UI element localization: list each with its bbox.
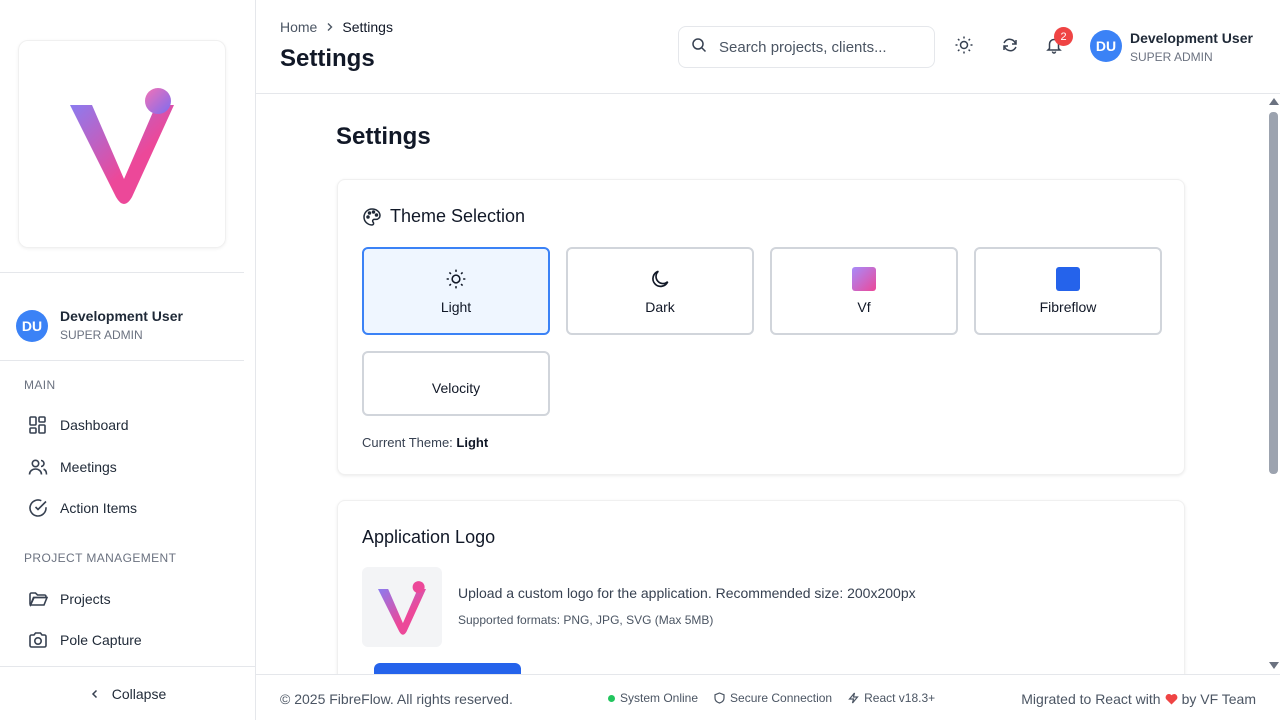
- current-theme: Current Theme: Light: [362, 435, 489, 450]
- main-content: Settings Theme Selection Light Dark Vf F…: [256, 94, 1266, 674]
- scroll-down-arrow-icon[interactable]: [1269, 662, 1279, 669]
- status-bar: System Online Secure Connection React v1…: [608, 691, 951, 705]
- collapse-button[interactable]: Collapse: [0, 666, 256, 720]
- footer: © 2025 FibreFlow. All rights reserved. S…: [256, 674, 1280, 720]
- theme-toggle-button[interactable]: [953, 36, 975, 58]
- blue-swatch-icon: [1056, 267, 1080, 291]
- sidebar-item-pole-capture[interactable]: Pole Capture: [28, 629, 142, 651]
- zap-icon: [848, 692, 859, 704]
- sidebar-item-label: Pole Capture: [60, 632, 142, 648]
- application-logo-card: Application Logo Upload a custom logo fo…: [337, 500, 1185, 674]
- theme-option-label: Velocity: [431, 379, 481, 396]
- logo-preview: [362, 567, 442, 647]
- card-title: Application Logo: [362, 527, 496, 547]
- avatar: DU: [1090, 30, 1122, 62]
- user-role: SUPER ADMIN: [60, 328, 143, 342]
- sidebar-user[interactable]: DU Development User SUPER ADMIN: [16, 308, 183, 343]
- users-icon: [28, 457, 48, 477]
- divider: [0, 272, 244, 273]
- section-title-project-management: PROJECT MANAGEMENT: [24, 551, 177, 565]
- folder-icon: [28, 589, 48, 609]
- palette-icon: [362, 207, 382, 227]
- gradient-swatch-icon: [852, 267, 876, 291]
- status-secure: Secure Connection: [714, 691, 832, 705]
- theme-option-label: Dark: [645, 299, 675, 315]
- settings-heading: Settings: [336, 123, 431, 150]
- copyright: © 2025 FibreFlow. All rights reserved.: [280, 691, 513, 707]
- theme-option-light[interactable]: Light: [362, 247, 550, 335]
- search-icon: [691, 37, 707, 58]
- check-circle-icon: [28, 498, 48, 518]
- sidebar-item-label: Dashboard: [60, 417, 129, 433]
- theme-option-label: Fibreflow: [1039, 299, 1097, 315]
- theme-option-vf[interactable]: Vf: [770, 247, 958, 335]
- sidebar-item-label: Action Items: [60, 500, 138, 516]
- theme-option-label: Light: [440, 299, 472, 315]
- sidebar-item-action-items[interactable]: Action Items: [28, 497, 137, 519]
- dashboard-icon: [28, 415, 48, 435]
- chevron-right-icon: [325, 22, 334, 32]
- online-dot-icon: [608, 694, 615, 702]
- page-title: Settings: [280, 45, 375, 72]
- theme-option-label: Vf: [857, 299, 871, 315]
- sidebar-item-dashboard[interactable]: Dashboard: [28, 414, 129, 436]
- sidebar-item-projects[interactable]: Projects: [28, 588, 111, 610]
- shield-icon: [714, 692, 725, 704]
- breadcrumb: Home Settings: [280, 19, 393, 35]
- user-name: Development User: [60, 308, 183, 324]
- theme-selection-card: Theme Selection Light Dark Vf Fibreflow: [337, 179, 1185, 475]
- theme-option-dark[interactable]: Dark: [566, 247, 754, 335]
- status-react: React v18.3+: [848, 691, 935, 705]
- logo-description: Upload a custom logo for the application…: [458, 585, 916, 601]
- refresh-icon: [1001, 36, 1019, 59]
- current-theme-value: Light: [456, 435, 489, 450]
- sidebar: DU Development User SUPER ADMIN MAIN Das…: [0, 0, 256, 720]
- sidebar-item-label: Projects: [60, 591, 111, 607]
- theme-option-velocity[interactable]: Velocity: [362, 351, 550, 416]
- heart-icon: [1165, 693, 1178, 705]
- logo-formats: Supported formats: PNG, JPG, SVG (Max 5M…: [458, 613, 714, 627]
- moon-icon: [649, 267, 671, 291]
- card-title: Theme Selection: [362, 206, 525, 227]
- refresh-button[interactable]: [999, 36, 1021, 58]
- chevron-left-icon: [90, 689, 100, 699]
- app-logo[interactable]: [18, 40, 226, 248]
- scroll-up-arrow-icon[interactable]: [1269, 98, 1279, 105]
- notification-badge: 2: [1054, 27, 1073, 46]
- header-user[interactable]: DU Development User SUPER ADMIN: [1090, 30, 1253, 65]
- divider: [0, 360, 244, 361]
- theme-option-fibreflow[interactable]: Fibreflow: [974, 247, 1162, 335]
- scroll-thumb[interactable]: [1269, 112, 1278, 474]
- breadcrumb-home[interactable]: Home: [280, 19, 317, 35]
- breadcrumb-current: Settings: [342, 19, 393, 35]
- content-scrollbar[interactable]: [1266, 94, 1280, 674]
- camera-icon: [28, 630, 48, 650]
- credit: Migrated to React with by VF Team: [1021, 691, 1256, 707]
- avatar: DU: [16, 309, 48, 342]
- vf-logo-icon: [378, 581, 426, 635]
- sun-icon: [445, 267, 467, 291]
- search-input[interactable]: [719, 38, 919, 56]
- collapse-label: Collapse: [111, 685, 167, 702]
- vf-logo-icon: [70, 88, 174, 204]
- upload-logo-button[interactable]: [374, 663, 521, 674]
- user-name: Development User: [1130, 30, 1253, 46]
- user-role: SUPER ADMIN: [1130, 50, 1213, 64]
- sun-icon: [954, 35, 974, 60]
- status-online: System Online: [608, 691, 698, 705]
- search-box[interactable]: [678, 26, 935, 68]
- sidebar-item-label: Meetings: [60, 459, 117, 475]
- sidebar-item-meetings[interactable]: Meetings: [28, 456, 117, 478]
- section-title-main: MAIN: [24, 378, 56, 392]
- top-header: Home Settings Settings 2 DU Development …: [256, 0, 1280, 94]
